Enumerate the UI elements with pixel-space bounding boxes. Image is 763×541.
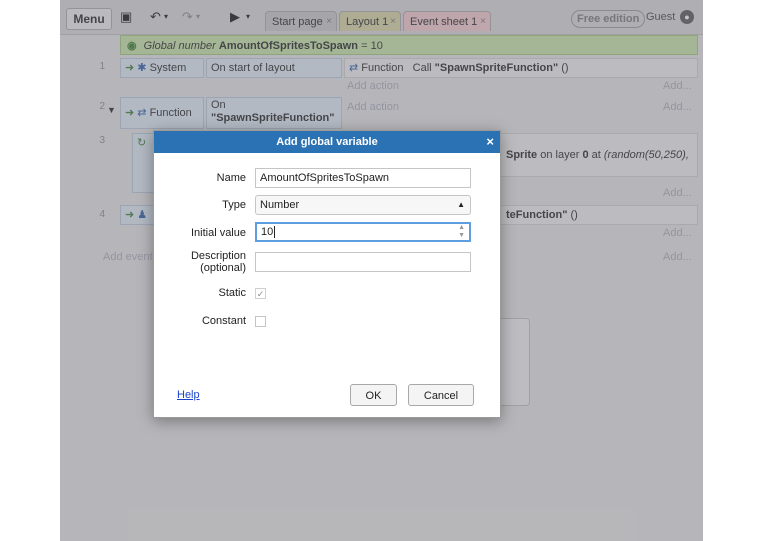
spinner-icon[interactable]: ▲ ▼ (458, 224, 465, 240)
dialog-title: Add global variable (276, 136, 378, 148)
type-selected-value: Number (260, 199, 300, 211)
updown-arrow-icon: ▲ (457, 200, 465, 209)
dialog-title-bar: Add global variable × (154, 131, 500, 153)
description-label-2: (optional) (200, 262, 246, 274)
type-label: Type (222, 199, 246, 211)
static-checkbox[interactable]: ✓ (255, 288, 266, 299)
initial-value-text: 10 (261, 226, 274, 238)
constant-checkbox[interactable] (255, 316, 266, 327)
description-label: Description (optional) (154, 250, 246, 274)
description-input[interactable] (255, 252, 471, 272)
constant-label: Constant (201, 315, 246, 327)
initial-value-input[interactable]: 10 ▲ ▼ (255, 222, 471, 242)
name-input[interactable]: AmountOfSpritesToSpawn (255, 168, 471, 188)
add-global-variable-dialog: Add global variable × Name AmountOfSprit… (153, 130, 501, 418)
type-select[interactable]: Number ▲ (255, 195, 471, 215)
static-label: Static (218, 287, 246, 299)
help-link[interactable]: Help (177, 389, 200, 401)
close-icon[interactable]: × (486, 131, 494, 153)
text-cursor (274, 226, 276, 238)
name-label: Name (216, 172, 246, 184)
cancel-button[interactable]: Cancel (408, 384, 474, 406)
ok-button[interactable]: OK (350, 384, 397, 406)
initial-value-label: Initial value (190, 227, 246, 239)
description-label-1: Description (190, 250, 246, 262)
